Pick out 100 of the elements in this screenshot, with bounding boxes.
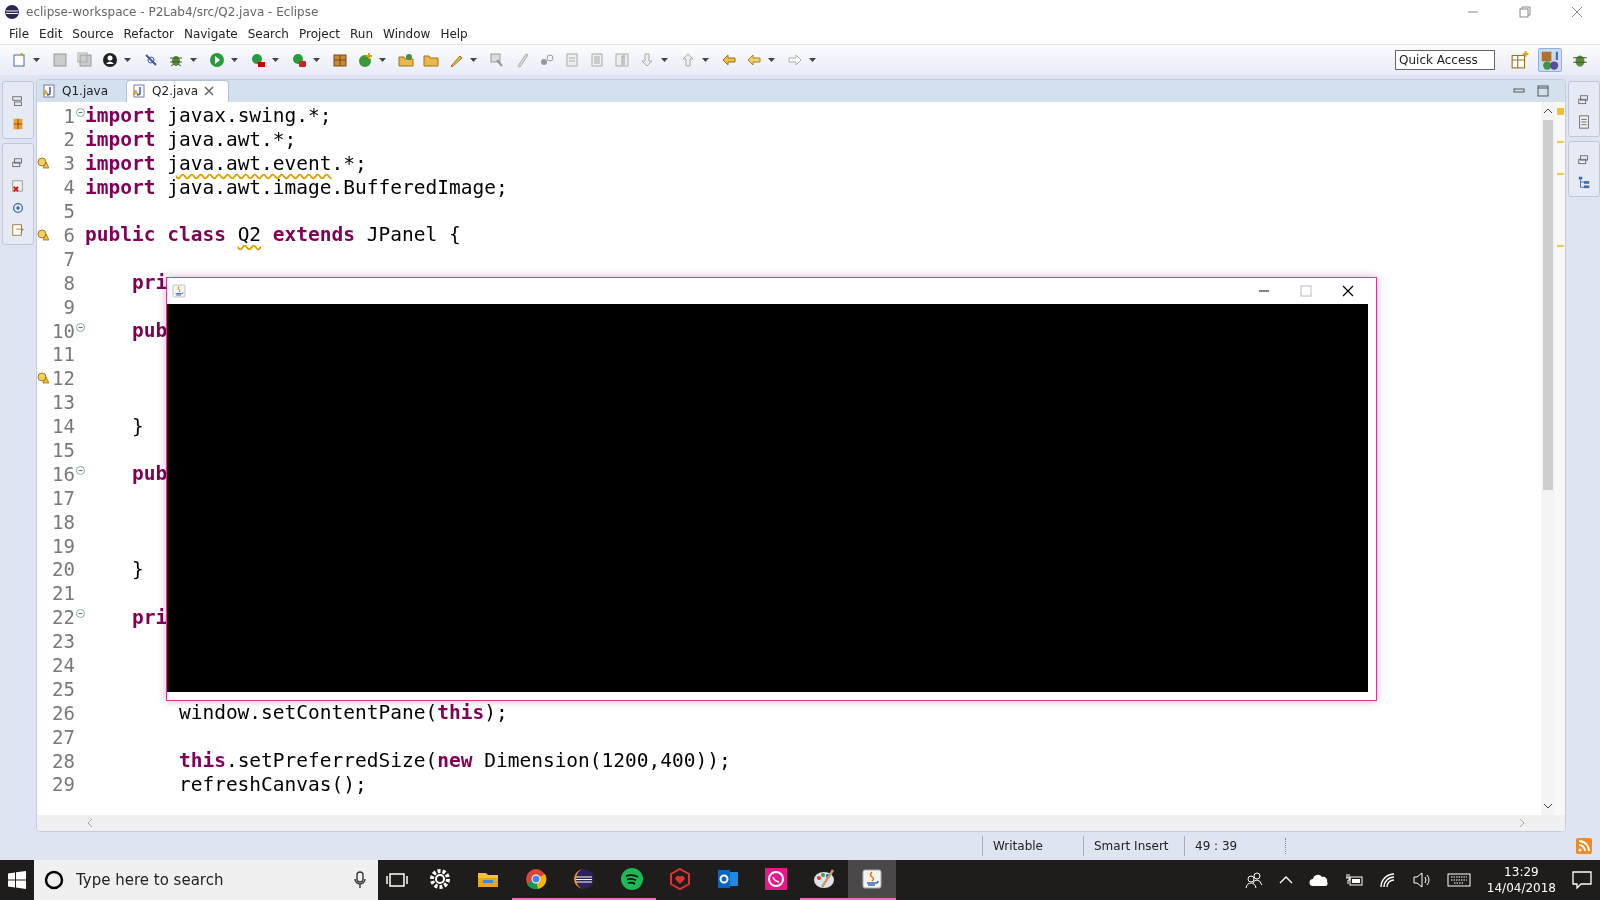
run-icon[interactable]	[209, 51, 225, 68]
code-line: pub	[130, 462, 168, 486]
scroll-down-icon[interactable]	[1543, 803, 1553, 810]
java-perspective-icon[interactable]	[1538, 47, 1562, 72]
java-file-icon	[43, 84, 56, 99]
new-class-icon[interactable]	[357, 51, 373, 68]
cloud-icon[interactable]	[1308, 873, 1329, 887]
code-line: import java.awt.image.BufferedImage;	[85, 175, 508, 199]
person-icon[interactable]	[102, 51, 118, 68]
menu-item[interactable]: Refactor	[118, 26, 179, 41]
line-number: 6	[62, 223, 75, 246]
line-number: 27	[51, 725, 75, 748]
link-icon[interactable]	[143, 51, 159, 68]
vertical-scrollbar[interactable]	[1541, 101, 1555, 816]
line-number: 21	[51, 582, 75, 605]
menu-item[interactable]: Edit	[34, 26, 68, 41]
fold-icon[interactable]	[75, 322, 85, 332]
document-icon[interactable]	[1577, 113, 1591, 130]
line-number: 2	[62, 128, 75, 151]
scrollbar-thumb[interactable]	[1543, 119, 1553, 490]
code-line: }	[130, 557, 144, 581]
caret-icon[interactable]	[379, 57, 386, 62]
caret-icon[interactable]	[809, 57, 816, 62]
line-number: 29	[51, 773, 75, 796]
external-run-icon[interactable]	[291, 51, 307, 68]
wifi-icon[interactable]	[1378, 872, 1397, 888]
keyboard-icon[interactable]	[1446, 873, 1471, 887]
annotation-icon[interactable]	[489, 51, 505, 68]
package-icon[interactable]	[332, 51, 348, 68]
caret-icon[interactable]	[124, 57, 131, 62]
open-perspective-icon[interactable]	[1511, 50, 1529, 69]
editor-tab[interactable]: Q2.java	[126, 79, 230, 102]
caret-icon[interactable]	[33, 57, 40, 62]
caret-icon[interactable]	[272, 57, 279, 62]
menu-item[interactable]: Source	[67, 26, 119, 41]
clock-time[interactable]: 13:29	[1504, 864, 1539, 880]
fold-icon[interactable]	[75, 107, 85, 117]
fold-icon[interactable]	[75, 465, 85, 475]
scroll-up-icon[interactable]	[1543, 107, 1553, 114]
battery-icon[interactable]	[1344, 873, 1363, 887]
java-icon	[860, 867, 884, 891]
overview-marker[interactable]	[1556, 107, 1564, 115]
warning-marker[interactable]	[1556, 172, 1564, 175]
clock-date[interactable]: 14/04/2018	[1486, 880, 1556, 896]
search-input[interactable]: Type here to search	[74, 870, 344, 890]
open-folder-icon[interactable]	[398, 51, 414, 68]
caret-icon[interactable]	[470, 57, 477, 62]
warning-marker[interactable]	[1556, 140, 1564, 143]
microphone-icon[interactable]	[354, 871, 366, 889]
line-number: 15	[51, 439, 75, 461]
cortana-icon	[44, 870, 64, 890]
shield-icon	[668, 867, 692, 891]
speaker-icon[interactable]	[1412, 872, 1431, 888]
maximize-icon[interactable]	[1537, 84, 1549, 97]
java-file-icon	[133, 84, 147, 99]
java-cup-icon	[171, 283, 187, 299]
windows-start-icon[interactable]	[8, 871, 26, 889]
menu-item[interactable]: Search	[242, 26, 294, 41]
code-line: import java.awt.event.*;	[85, 151, 367, 175]
caret-icon[interactable]	[702, 57, 709, 62]
taskbar-app[interactable]	[848, 860, 896, 900]
chevron-up-icon[interactable]	[1278, 876, 1293, 884]
status-field: Writable	[982, 836, 1083, 857]
caret-icon[interactable]	[768, 57, 775, 62]
fold-icon[interactable]	[75, 609, 85, 619]
notifications-icon[interactable]	[1572, 871, 1592, 889]
line-number: 10	[51, 319, 75, 342]
window-title: eclipse-workspace - P2Lab4/src/Q2.java - Eclipse	[26, 4, 319, 19]
line-number: 16	[51, 462, 75, 485]
caret-icon[interactable]	[231, 57, 238, 62]
menu-item[interactable]: Project	[293, 26, 346, 41]
code-line: public class Q2 extends JPanel {	[85, 223, 461, 247]
menu-item[interactable]: Window	[378, 26, 436, 41]
menu-item[interactable]: Navigate	[178, 26, 243, 41]
line-number: 4	[62, 176, 75, 199]
task-view-icon[interactable]	[386, 872, 408, 888]
caret-icon[interactable]	[190, 57, 197, 62]
line-number: 1	[62, 104, 75, 127]
chrome-icon	[524, 867, 548, 891]
caret-icon[interactable]	[661, 57, 668, 62]
search-field[interactable]: Type here to search	[34, 860, 378, 900]
people-icon[interactable]	[1244, 871, 1263, 889]
problems-icon[interactable]	[11, 177, 25, 194]
caret-icon[interactable]	[313, 57, 320, 62]
line-number: 20	[51, 558, 75, 581]
eclipse-logo-icon	[4, 3, 20, 20]
menu-item[interactable]: Help	[435, 26, 473, 41]
line-number: 12	[51, 367, 75, 390]
line-number: 13	[51, 391, 75, 414]
line-number: 3	[62, 152, 75, 175]
menu-item[interactable]: Run	[345, 26, 379, 41]
line-number: 26	[51, 701, 75, 724]
menu-item[interactable]: File	[4, 26, 35, 41]
quick-access-field[interactable]: Quick Access	[1395, 49, 1495, 70]
feed-icon[interactable]	[1576, 838, 1592, 855]
close-icon[interactable]	[1342, 285, 1354, 297]
warning-marker[interactable]	[1556, 244, 1564, 247]
code-line: }	[130, 414, 144, 438]
coverage-icon[interactable]	[250, 51, 266, 68]
declaration-icon[interactable]	[11, 221, 25, 238]
